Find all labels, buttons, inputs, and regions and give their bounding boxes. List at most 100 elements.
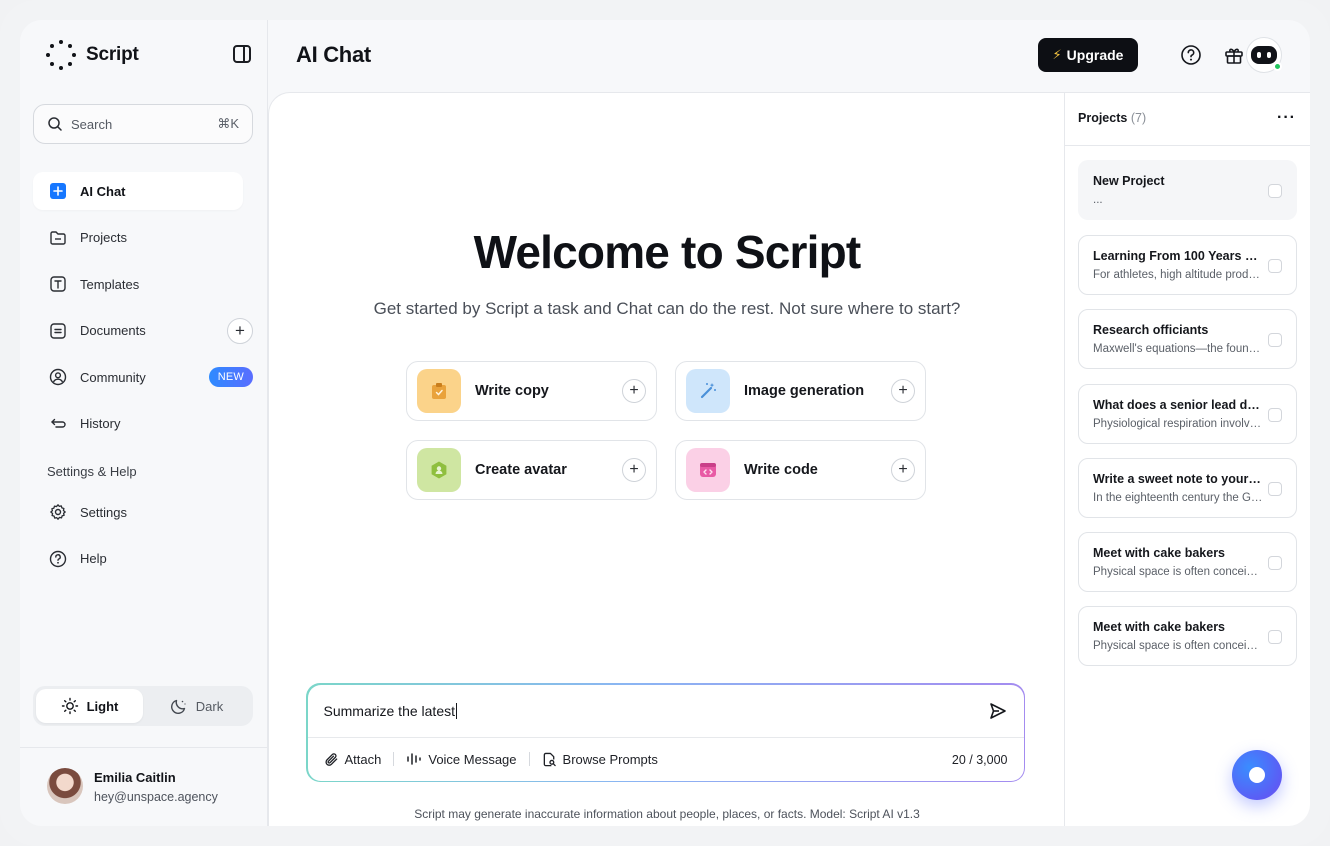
- theme-dark-button[interactable]: Dark: [143, 689, 250, 723]
- template-icon: [48, 274, 68, 294]
- project-checkbox[interactable]: [1268, 333, 1282, 347]
- add-image-generation-button[interactable]: +: [891, 379, 915, 403]
- script-logo-icon: [46, 40, 76, 70]
- project-item[interactable]: Write a sweet note to your girlfriend In…: [1078, 458, 1297, 518]
- code-icon: [686, 448, 730, 492]
- attach-label: Attach: [344, 751, 382, 767]
- bot-avatar[interactable]: [1246, 37, 1282, 73]
- write-code-card[interactable]: Write code +: [675, 440, 926, 500]
- project-checkbox[interactable]: [1268, 259, 1282, 273]
- brand[interactable]: Script: [46, 40, 139, 70]
- toolbar-divider: [393, 752, 395, 766]
- theme-light-label: Light: [86, 698, 119, 714]
- sidebar-item-ai-chat[interactable]: AI Chat: [33, 172, 243, 210]
- more-options-icon[interactable]: ···: [1277, 109, 1296, 127]
- help-icon[interactable]: [1180, 44, 1202, 66]
- ai-chat-icon: [48, 181, 68, 201]
- character-counter: 20 / 3,000: [951, 752, 1008, 767]
- app-frame: Script Search ⌘K AI Chat Projects Templa…: [20, 20, 1310, 826]
- online-status-dot: [1273, 62, 1282, 71]
- project-subtitle: For athletes, high altitude produces...: [1093, 269, 1263, 281]
- add-document-button[interactable]: +: [227, 317, 253, 344]
- magic-wand-icon: [686, 369, 730, 413]
- waveform-icon: [407, 753, 422, 765]
- create-avatar-card[interactable]: Create avatar +: [406, 440, 657, 500]
- project-item[interactable]: Meet with cake bakers Physical space is …: [1078, 606, 1297, 666]
- project-subtitle: Physical space is often conceived...: [1093, 566, 1263, 578]
- add-write-code-button[interactable]: +: [891, 458, 915, 482]
- moon-icon: [170, 699, 186, 714]
- sun-icon: [61, 697, 78, 715]
- attach-button[interactable]: Attach: [324, 751, 382, 767]
- sidebar-item-projects[interactable]: Projects: [33, 219, 243, 257]
- theme-light-button[interactable]: Light: [36, 689, 143, 723]
- sidebar-item-history[interactable]: History: [33, 405, 243, 443]
- gift-icon[interactable]: [1223, 44, 1245, 66]
- project-item[interactable]: New Project ...: [1078, 160, 1297, 220]
- card-label: Create avatar: [475, 462, 567, 478]
- sidebar-item-label: Templates: [80, 276, 140, 292]
- user-email: hey@unspace.agency: [94, 790, 218, 804]
- page-title: AI Chat: [296, 42, 371, 67]
- project-checkbox[interactable]: [1268, 482, 1282, 496]
- project-checkbox[interactable]: [1268, 408, 1282, 422]
- app-window: Script Search ⌘K AI Chat Projects Templa…: [0, 0, 1330, 846]
- project-item[interactable]: Learning From 100 Years of... For athlet…: [1078, 235, 1297, 295]
- card-label: Write code: [744, 462, 818, 478]
- send-icon[interactable]: [988, 701, 1008, 721]
- project-item[interactable]: What does a senior lead designer do Phys…: [1078, 384, 1297, 444]
- theme-dark-label: Dark: [195, 698, 224, 714]
- project-item[interactable]: Meet with cake bakers Physical space is …: [1078, 532, 1297, 592]
- sidebar: Script Search ⌘K AI Chat Projects Templa…: [20, 20, 268, 826]
- message-input[interactable]: Summarize the latest: [324, 703, 458, 719]
- image-generation-card[interactable]: Image generation +: [675, 361, 926, 421]
- project-checkbox[interactable]: [1268, 630, 1282, 644]
- sidebar-item-documents[interactable]: Documents +: [33, 312, 253, 350]
- project-title: Write a sweet note to your girlfriend: [1093, 472, 1263, 486]
- upgrade-button[interactable]: ⚡ Upgrade: [1038, 38, 1138, 72]
- project-title: Meet with cake bakers: [1093, 546, 1226, 560]
- project-checkbox[interactable]: [1268, 184, 1282, 198]
- sidebar-item-community[interactable]: Community NEW: [33, 358, 253, 396]
- sidebar-item-label: AI Chat: [80, 183, 126, 199]
- project-item[interactable]: Research officiants Maxwell's equations—…: [1078, 309, 1297, 369]
- projects-title: Projects: [1078, 111, 1128, 125]
- project-checkbox[interactable]: [1268, 556, 1282, 570]
- bot-icon: [1251, 46, 1277, 64]
- lightning-icon: ⚡: [1052, 47, 1062, 62]
- project-title: New Project: [1093, 174, 1165, 188]
- sidebar-item-templates[interactable]: Templates: [33, 265, 243, 303]
- browse-prompts-button[interactable]: Browse Prompts: [542, 752, 658, 767]
- add-write-copy-button[interactable]: +: [622, 379, 646, 403]
- sidebar-collapse-icon[interactable]: [233, 45, 251, 63]
- search-placeholder: Search: [71, 116, 113, 132]
- add-create-avatar-button[interactable]: +: [622, 458, 646, 482]
- card-label: Write copy: [475, 383, 549, 399]
- user-circle-icon: [48, 367, 68, 387]
- chat-composer: Summarize the latest Attach Voice Messag…: [306, 683, 1025, 782]
- theme-toggle: Light Dark: [33, 686, 253, 726]
- toolbar-divider: [528, 752, 530, 766]
- sidebar-item-help[interactable]: Help: [33, 540, 243, 578]
- sidebar-item-label: Documents: [80, 323, 146, 338]
- search-input[interactable]: Search ⌘K: [33, 104, 253, 144]
- sidebar-item-label: Community: [80, 369, 146, 385]
- paperclip-icon: [324, 752, 337, 766]
- settings-help-heading: Settings & Help: [47, 464, 137, 479]
- sidebar-item-label: Help: [80, 551, 107, 566]
- composer-toolbar: Attach Voice Message Browse Prompts 20 /…: [307, 736, 1024, 781]
- welcome-heading: Welcome to Script: [473, 226, 862, 278]
- project-subtitle: Physical space is often conceived...: [1093, 640, 1263, 652]
- sidebar-item-settings[interactable]: Settings: [33, 493, 243, 531]
- write-copy-card[interactable]: Write copy +: [406, 361, 657, 421]
- voice-message-button[interactable]: Voice Message: [406, 752, 517, 767]
- avatar: [47, 768, 83, 804]
- help-icon: [48, 549, 68, 569]
- user-profile[interactable]: Emilia Caitlin hey@unspace.agency: [20, 747, 268, 826]
- new-badge: NEW: [208, 367, 253, 387]
- folder-icon: [48, 228, 68, 248]
- card-label: Image generation: [744, 383, 865, 399]
- project-title: Research officiants: [1093, 323, 1209, 337]
- ai-disclaimer: Script may generate inaccurate informati…: [414, 807, 920, 821]
- assistant-fab-button[interactable]: [1232, 750, 1282, 800]
